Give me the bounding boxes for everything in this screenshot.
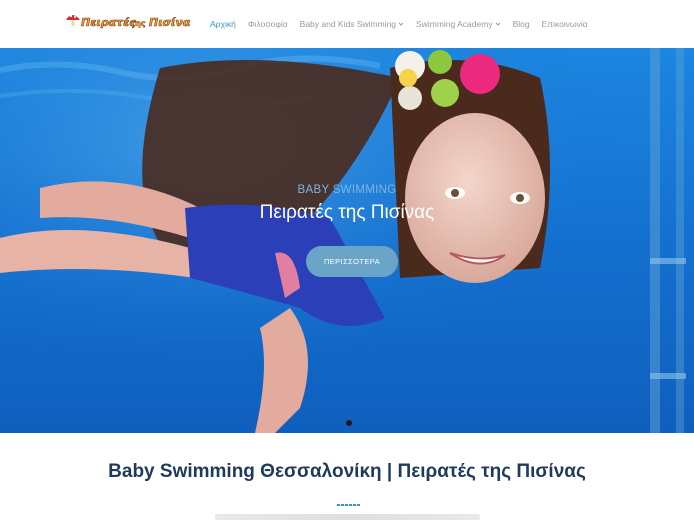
nav-item-swimming-academy[interactable]: Swimming Academy: [416, 19, 501, 29]
chevron-down-icon: [398, 22, 404, 26]
nav-item-label: Φιλοσοφία: [247, 19, 288, 29]
section-subtitle-cropped: [215, 514, 480, 520]
more-button[interactable]: ΠΕΡΙΣΣΟΤΕΡΑ: [306, 246, 398, 277]
nav-item-contact[interactable]: Επικοινωνία: [542, 19, 588, 29]
section-title: Baby Swimming Θεσσαλονίκη | Πειρατές της…: [108, 461, 586, 482]
hero-kicker: BABY SWIMMING: [297, 184, 397, 196]
nav-item-label: Επικοινωνία: [541, 19, 588, 29]
svg-text:Πειρατές: Πειρατές: [81, 16, 136, 29]
nav-item-baby-kids-swimming[interactable]: Baby and Kids Swimming: [300, 19, 404, 29]
nav-item-label: Blog: [512, 19, 530, 29]
hero-image: [0, 48, 694, 433]
site-header: Πειρατές της Πισίνας Αρχική Φιλοσοφία Ba…: [0, 0, 694, 48]
hero-slider: BABY SWIMMING Πειρατές της Πισίνας ΠΕΡΙΣ…: [0, 48, 694, 433]
site-logo[interactable]: Πειρατές της Πισίνας: [64, 8, 198, 32]
hero-title: Πειρατές της Πισίνας: [259, 202, 435, 223]
nav-item-label: Swimming Academy: [416, 19, 493, 29]
nav-item-home[interactable]: Αρχική: [210, 19, 236, 29]
nav-item-label: Baby and Kids Swimming: [299, 19, 397, 29]
main-nav: Αρχική Φιλοσοφία Baby and Kids Swimming …: [210, 0, 600, 48]
slider-dot-active[interactable]: [346, 420, 352, 426]
mushroom-icon: [66, 14, 80, 26]
nav-item-blog[interactable]: Blog: [513, 19, 530, 29]
nav-item-label: Αρχική: [210, 19, 236, 29]
title-divider: [337, 493, 361, 506]
nav-item-philosophy[interactable]: Φιλοσοφία: [248, 19, 288, 29]
svg-text:της: της: [130, 19, 146, 28]
svg-text:Πισίνας: Πισίνας: [149, 16, 190, 29]
chevron-down-icon: [495, 22, 500, 26]
